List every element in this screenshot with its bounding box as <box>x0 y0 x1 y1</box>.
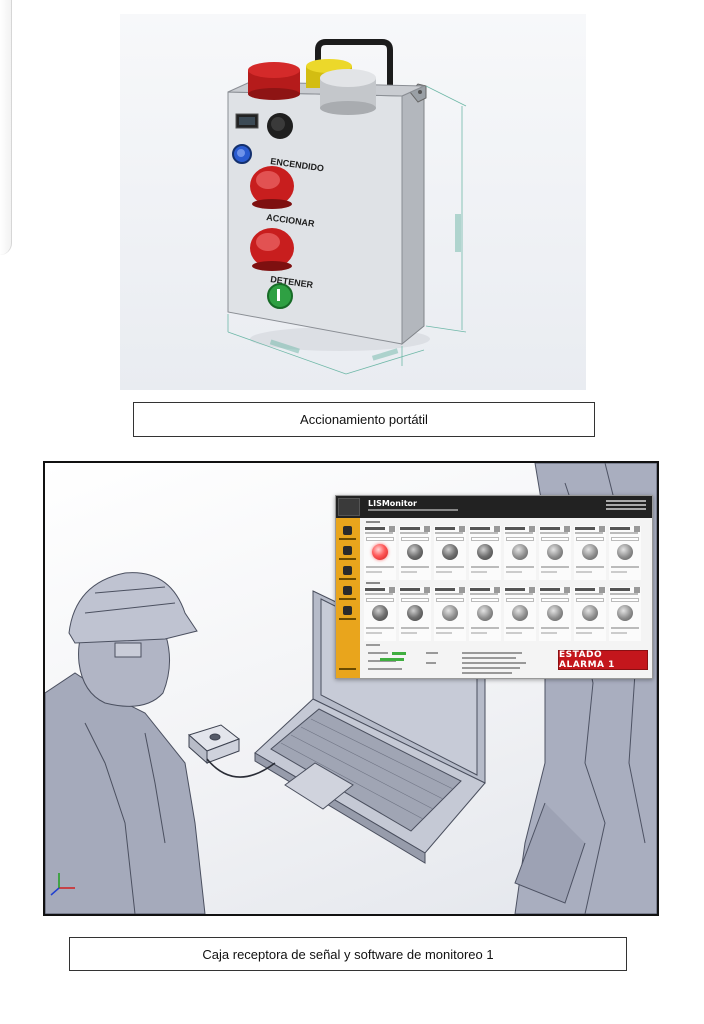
document-icon <box>343 546 352 555</box>
caption-text: Caja receptora de señal y software de mo… <box>202 946 494 962</box>
figure-caption-1: Accionamiento portátil <box>133 402 595 437</box>
monitoring-scene-render: LISMonitor ESTADO ALARMA 1 <box>43 461 659 916</box>
alarm-lamp-active <box>372 544 388 560</box>
alarm-station-card[interactable] <box>609 587 641 641</box>
alarm-station-card[interactable] <box>574 526 606 580</box>
monitor-subtitle-line <box>368 509 458 511</box>
actuator-box-drawing: ENCENDIDO ACCIONAR DETENER <box>227 39 467 375</box>
alarm-lamp <box>547 605 563 621</box>
alarm-station-card[interactable] <box>504 526 536 580</box>
alarm-lamp <box>512 544 528 560</box>
monitor-main-panel: ESTADO ALARMA 1 <box>362 518 652 678</box>
alarm-station-card[interactable] <box>539 587 571 641</box>
alarm-lamp <box>442 544 458 560</box>
alarm-station-card[interactable] <box>364 526 396 580</box>
alarm-lamp <box>407 544 423 560</box>
alarm-lamp <box>477 544 493 560</box>
alarm-lamp <box>582 544 598 560</box>
alarm-station-card[interactable] <box>469 526 501 580</box>
alarm-station-card[interactable] <box>609 526 641 580</box>
device-icon <box>343 566 352 575</box>
alarm-lamp <box>582 605 598 621</box>
monitor-software-window: LISMonitor ESTADO ALARMA 1 <box>335 495 653 679</box>
sidebar-label <box>339 558 356 560</box>
settings-icon <box>343 606 352 615</box>
alarm-status-indicator: ESTADO ALARMA 1 <box>558 650 648 670</box>
monitor-info-block <box>606 500 646 512</box>
alarm-lamp <box>407 605 423 621</box>
alarm-station-card[interactable] <box>539 526 571 580</box>
alarm-station-card[interactable] <box>504 587 536 641</box>
alarm-station-card[interactable] <box>399 526 431 580</box>
alarm-lamp <box>477 605 493 621</box>
alarm-station-card[interactable] <box>399 587 431 641</box>
sidebar-label <box>339 618 356 620</box>
row-title <box>366 521 380 523</box>
sidebar-footer <box>339 668 356 670</box>
monitor-logo <box>338 498 360 516</box>
sidebar-label <box>339 598 356 600</box>
alarm-lamp <box>372 605 388 621</box>
monitor-title: LISMonitor <box>368 499 417 508</box>
alarm-lamp <box>512 605 528 621</box>
alarm-lamp <box>547 544 563 560</box>
sidebar-label <box>339 578 356 580</box>
alarm-station-card[interactable] <box>574 587 606 641</box>
row-title <box>366 582 380 584</box>
figure-caption-2: Caja receptora de señal y software de mo… <box>69 937 627 971</box>
monitor-header: LISMonitor <box>336 496 652 518</box>
portable-actuator-render: ENCENDIDO ACCIONAR DETENER <box>120 14 586 390</box>
alarm-lamp <box>617 605 633 621</box>
alarm-icon <box>343 586 352 595</box>
sidebar-label <box>339 538 356 540</box>
alarm-station-card[interactable] <box>434 526 466 580</box>
caption-text: Accionamiento portátil <box>300 412 428 427</box>
home-icon <box>343 526 352 535</box>
alarm-station-card[interactable] <box>434 587 466 641</box>
alarm-lamp <box>617 544 633 560</box>
monitor-sidebar <box>336 518 360 678</box>
alarm-lamp <box>442 605 458 621</box>
alarm-station-card[interactable] <box>364 587 396 641</box>
alarm-station-card[interactable] <box>469 587 501 641</box>
page-edge-shadow <box>0 0 12 255</box>
